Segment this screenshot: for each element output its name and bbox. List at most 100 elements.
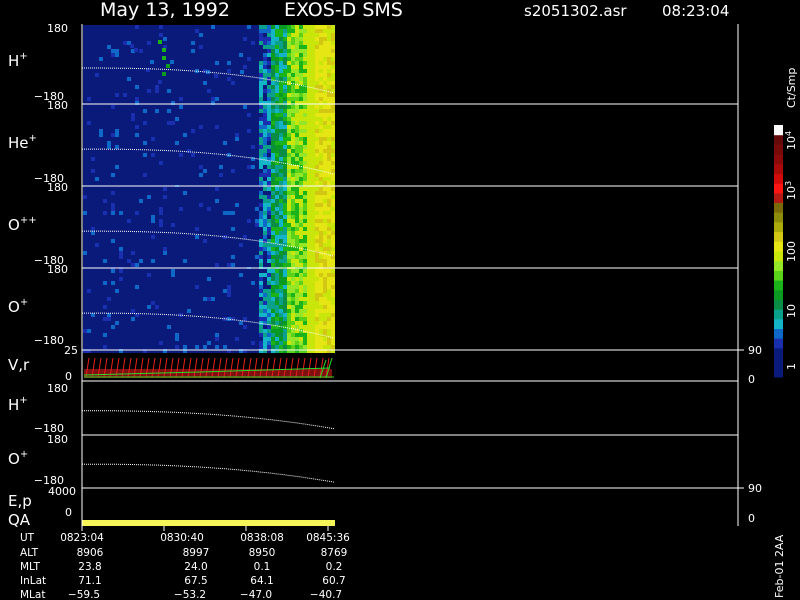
spectrogram-cell <box>283 157 287 161</box>
spectrogram-cell <box>163 263 167 267</box>
spectrogram-cell <box>303 239 307 243</box>
spectrogram-cell <box>91 235 95 239</box>
spectrogram-cell <box>283 117 287 121</box>
spectrogram-cell <box>171 309 175 313</box>
spectrogram-cell <box>259 243 263 247</box>
spectrogram-cell <box>123 25 127 29</box>
spectrogram-cell <box>111 345 115 349</box>
spectrogram-cell <box>159 305 163 309</box>
spectrogram-cell <box>267 57 271 61</box>
spectrogram-cell <box>159 341 163 345</box>
spectrogram-cell <box>271 181 275 185</box>
spectrogram-cell <box>219 325 223 329</box>
spectrogram-cell <box>147 165 151 169</box>
spectrogram-cell <box>83 199 87 203</box>
spectrogram-cell <box>307 81 311 85</box>
spectrogram-cell <box>175 137 179 141</box>
spectrogram-cell <box>207 65 211 69</box>
spectrogram-cell <box>227 105 231 109</box>
spectrogram-cell <box>123 81 127 85</box>
spectrogram-cell <box>235 29 239 33</box>
spectrogram-cell <box>151 45 155 49</box>
spectrogram-cell <box>111 263 115 267</box>
spectrogram-cell <box>227 341 231 345</box>
spectrogram-cell <box>239 93 243 97</box>
spectrogram-cell <box>143 259 147 263</box>
spectrogram-cell <box>227 269 231 273</box>
spectrogram-cell <box>183 313 187 317</box>
spectrogram-cell <box>83 187 87 191</box>
spectrogram-cell <box>319 157 323 161</box>
spectrogram-cell <box>219 113 223 117</box>
spectrogram-cell <box>231 259 235 263</box>
spectrogram-cell <box>239 243 243 247</box>
spectrogram-cell <box>223 337 227 341</box>
spectrogram-cell <box>163 285 167 289</box>
spectrogram-cell <box>175 215 179 219</box>
spectrogram-cell <box>143 161 147 165</box>
spectrogram-cell <box>139 33 143 37</box>
spectrogram-cell <box>155 235 159 239</box>
spectrogram-cell <box>243 177 247 181</box>
spectrogram-cell <box>147 93 151 97</box>
spectrogram-cell <box>267 165 271 169</box>
spectrogram-cell <box>319 215 323 219</box>
spectrogram-cell <box>255 181 259 185</box>
spectrogram-cell <box>103 239 107 243</box>
spectrogram-cell <box>83 129 87 133</box>
spectrogram-cell <box>107 195 111 199</box>
spectrogram-cell <box>87 73 91 77</box>
spectrogram-cell <box>107 243 111 247</box>
spectrogram-cell <box>211 321 215 325</box>
spectrogram-cell <box>295 29 299 33</box>
spectrogram-cell <box>235 337 239 341</box>
spectrogram-cell <box>143 219 147 223</box>
spectrogram-cell <box>119 333 123 337</box>
spectrogram-cell <box>191 133 195 137</box>
spectrogram-cell <box>187 301 191 305</box>
spectrogram-cell <box>171 65 175 69</box>
spectrogram-cell <box>243 305 247 309</box>
spectrogram-cell <box>327 153 331 157</box>
spectrogram-cell <box>295 195 299 199</box>
spectrogram-cell <box>179 65 183 69</box>
spectrogram-cell <box>219 45 223 49</box>
spectrogram-cell <box>247 137 251 141</box>
spectrogram-cell <box>163 191 167 195</box>
spectrogram-cell <box>135 125 139 129</box>
spectrogram-cell <box>311 235 315 239</box>
spectrogram-cell <box>251 191 255 195</box>
spectrogram-cell <box>91 89 95 93</box>
spectrogram-cell <box>87 141 91 145</box>
spectrogram-cell <box>147 157 151 161</box>
spectrogram-cell <box>247 281 251 285</box>
spectrogram-cell <box>123 203 127 207</box>
spectrogram-cell <box>119 269 123 273</box>
spectrogram-cell <box>127 153 131 157</box>
spectrogram-cell <box>103 325 107 329</box>
spectrogram-cell <box>263 223 267 227</box>
spectrogram-cell <box>259 149 263 153</box>
spectrogram-cell <box>263 345 267 349</box>
spectrogram-cell <box>235 289 239 293</box>
spectrogram-cell <box>159 25 163 29</box>
spectrogram-cell <box>327 57 331 61</box>
spectrogram-cell <box>271 227 275 231</box>
spectrogram-cell <box>239 329 243 333</box>
spectrogram-cell <box>191 85 195 89</box>
spectrogram-cell <box>271 149 275 153</box>
spectrogram-cell <box>267 181 271 185</box>
spectrogram-cell <box>187 177 191 181</box>
spectrogram-cell <box>267 41 271 45</box>
spectrogram-cell <box>243 109 247 113</box>
spectrogram-cell <box>251 223 255 227</box>
spectrogram-cell <box>263 341 267 345</box>
spectrogram-cell <box>267 333 271 337</box>
spectrogram-cell <box>115 105 119 109</box>
spectrogram-cell <box>267 301 271 305</box>
spectrogram-cell <box>127 141 131 145</box>
spectrogram-cell <box>123 289 127 293</box>
spectrogram-cell <box>131 187 135 191</box>
spectrogram-cell <box>103 73 107 77</box>
spectrogram-cell <box>167 329 171 333</box>
